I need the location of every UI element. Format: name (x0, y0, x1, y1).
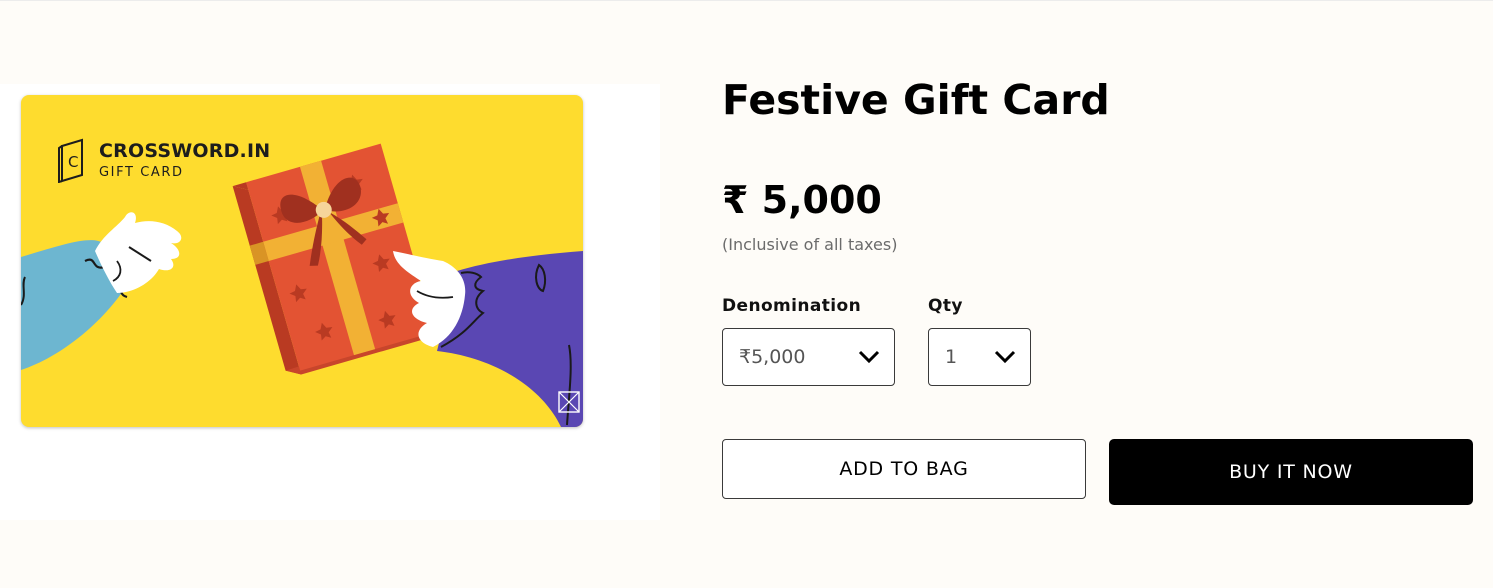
chevron-down-icon (994, 350, 1016, 364)
denomination-select[interactable]: ₹5,000 (722, 328, 895, 386)
denomination-value: ₹5,000 (739, 346, 806, 368)
card-brand-name: CROSSWORD.IN (99, 139, 271, 162)
product-title: Festive Gift Card (722, 76, 1110, 124)
buy-now-button[interactable]: BUY IT NOW (1109, 439, 1473, 505)
tax-note: (Inclusive of all taxes) (722, 235, 898, 254)
top-divider (0, 0, 1493, 1)
qty-label: Qty (928, 296, 963, 316)
chevron-down-icon (858, 350, 880, 364)
qty-value: 1 (945, 346, 958, 368)
product-page: C CROSSWORD.IN GIFT CARD Festive Gift Ca… (0, 0, 1493, 588)
book-logo-icon: C (58, 138, 83, 183)
logo-letter: C (68, 153, 78, 171)
product-price: ₹ 5,000 (722, 178, 882, 222)
broken-image-icon (558, 391, 580, 413)
card-brand: C CROSSWORD.IN GIFT CARD (57, 137, 270, 183)
add-to-bag-button[interactable]: ADD TO BAG (722, 439, 1086, 499)
denomination-label: Denomination (722, 296, 862, 316)
gift-card-image: C CROSSWORD.IN GIFT CARD (21, 95, 583, 427)
qty-select[interactable]: 1 (928, 328, 1031, 386)
card-brand-subtitle: GIFT CARD (99, 164, 184, 180)
